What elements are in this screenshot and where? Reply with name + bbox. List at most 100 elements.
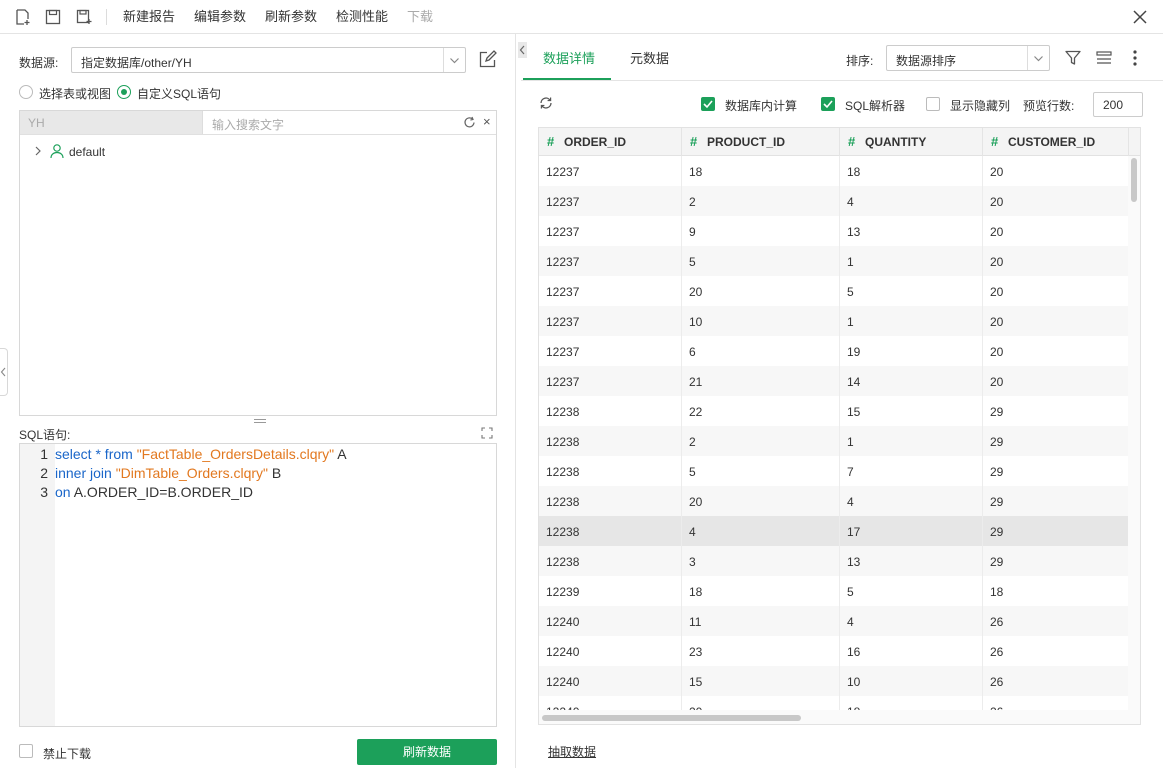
table-row[interactable]: 12237 2 4 20: [539, 186, 1129, 216]
column-header[interactable]: # ORDER_ID: [539, 128, 682, 156]
table-cell[interactable]: 12240: [539, 636, 682, 666]
table-cell[interactable]: 20: [682, 486, 840, 516]
table-cell[interactable]: 1: [840, 246, 983, 276]
radio-table-view[interactable]: [19, 85, 33, 99]
table-row[interactable]: 12237 9 13 20: [539, 216, 1129, 246]
edit-params-menu[interactable]: 编辑参数: [194, 9, 246, 25]
sql-editor[interactable]: 1 2 3 select * from "FactTable_OrdersDet…: [19, 443, 497, 727]
disable-download-label[interactable]: 禁止下载: [43, 745, 91, 762]
table-cell[interactable]: 7: [840, 456, 983, 486]
table-cell[interactable]: 23: [682, 636, 840, 666]
table-cell[interactable]: 12238: [539, 396, 682, 426]
close-icon[interactable]: [1131, 8, 1149, 26]
collapse-panel-button[interactable]: [518, 42, 527, 58]
table-row[interactable]: 12237 21 14 20: [539, 366, 1129, 396]
table-row[interactable]: 12238 22 15 29: [539, 396, 1129, 426]
filter-icon[interactable]: [1064, 49, 1082, 67]
table-cell[interactable]: 12237: [539, 246, 682, 276]
table-cell[interactable]: 11: [682, 606, 840, 636]
table-cell[interactable]: 4: [682, 516, 840, 546]
table-cell[interactable]: 2: [682, 426, 840, 456]
table-row[interactable]: 12237 5 1 20: [539, 246, 1129, 276]
list-view-icon[interactable]: [1095, 49, 1113, 67]
table-cell[interactable]: 29: [983, 486, 1129, 516]
table-cell[interactable]: 20: [983, 246, 1129, 276]
sql-parser-label[interactable]: SQL解析器: [845, 97, 905, 114]
table-cell[interactable]: 12238: [539, 456, 682, 486]
refresh-icon[interactable]: [463, 116, 476, 129]
column-header[interactable]: # QUANTITY: [840, 128, 983, 156]
table-cell[interactable]: 9: [682, 216, 840, 246]
table-cell[interactable]: 29: [983, 516, 1129, 546]
datasource-select[interactable]: 指定数据库/other/YH: [71, 47, 466, 73]
preview-rows-input[interactable]: 200: [1093, 92, 1143, 117]
table-cell[interactable]: 20: [983, 276, 1129, 306]
show-hidden-columns-label[interactable]: 显示隐藏列: [950, 97, 1010, 114]
table-cell[interactable]: 12240: [539, 606, 682, 636]
column-header[interactable]: # CUSTOMER_ID: [983, 128, 1129, 156]
table-cell[interactable]: 5: [840, 576, 983, 606]
table-cell[interactable]: 18: [682, 576, 840, 606]
table-cell[interactable]: 18: [840, 156, 983, 186]
sql-line[interactable]: on A.ORDER_ID=B.ORDER_ID: [55, 484, 253, 500]
table-cell[interactable]: 14: [840, 366, 983, 396]
table-cell[interactable]: 13: [840, 216, 983, 246]
horizontal-scroll-thumb[interactable]: [542, 715, 801, 721]
table-row[interactable]: 12237 20 5 20: [539, 276, 1129, 306]
table-cell[interactable]: 20: [983, 186, 1129, 216]
schema-select[interactable]: YH: [20, 111, 203, 134]
radio-custom-sql[interactable]: [117, 85, 131, 99]
table-cell[interactable]: 4: [840, 606, 983, 636]
table-cell[interactable]: 12238: [539, 546, 682, 576]
table-cell[interactable]: 12238: [539, 486, 682, 516]
table-cell[interactable]: 26: [983, 606, 1129, 636]
disable-download-checkbox[interactable]: [19, 744, 33, 758]
table-cell[interactable]: 12237: [539, 276, 682, 306]
column-header[interactable]: # PRODUCT_ID: [682, 128, 840, 156]
show-hidden-columns-checkbox[interactable]: [926, 97, 940, 111]
table-cell[interactable]: 20: [983, 216, 1129, 246]
table-cell[interactable]: 12238: [539, 516, 682, 546]
tab-data-details[interactable]: 数据详情: [543, 51, 595, 67]
download-menu[interactable]: 下载: [407, 9, 433, 25]
table-cell[interactable]: 29: [983, 456, 1129, 486]
table-row[interactable]: 12239 18 5 18: [539, 576, 1129, 606]
table-row[interactable]: 12240 11 4 26: [539, 606, 1129, 636]
chevron-right-icon[interactable]: [32, 145, 44, 157]
sort-select[interactable]: 数据源排序: [886, 45, 1050, 71]
table-cell[interactable]: 10: [682, 306, 840, 336]
table-cell[interactable]: 12237: [539, 186, 682, 216]
table-cell[interactable]: 6: [682, 336, 840, 366]
table-cell[interactable]: 16: [840, 636, 983, 666]
panel-divider[interactable]: [515, 34, 516, 768]
table-cell[interactable]: 15: [840, 396, 983, 426]
table-cell[interactable]: 5: [682, 246, 840, 276]
table-cell[interactable]: 2: [682, 186, 840, 216]
refresh-data-button[interactable]: 刷新数据: [357, 739, 497, 765]
table-cell[interactable]: 20: [983, 336, 1129, 366]
vertical-scrollbar[interactable]: [1128, 156, 1140, 710]
table-cell[interactable]: 20: [983, 366, 1129, 396]
table-cell[interactable]: 29: [983, 426, 1129, 456]
refresh-params-menu[interactable]: 刷新参数: [265, 9, 317, 25]
table-row[interactable]: 12238 3 13 29: [539, 546, 1129, 576]
table-cell[interactable]: 12237: [539, 306, 682, 336]
table-row[interactable]: 12237 6 19 20: [539, 336, 1129, 366]
table-cell[interactable]: 26: [983, 636, 1129, 666]
table-cell[interactable]: 1: [840, 306, 983, 336]
radio-custom-sql-label[interactable]: 自定义SQL语句: [137, 85, 221, 102]
table-cell[interactable]: 20: [682, 276, 840, 306]
table-cell[interactable]: 5: [682, 456, 840, 486]
table-cell[interactable]: 1: [840, 426, 983, 456]
table-row[interactable]: 12238 20 4 29: [539, 486, 1129, 516]
side-collapse-handle[interactable]: [0, 348, 8, 396]
table-row[interactable]: 12238 2 1 29: [539, 426, 1129, 456]
table-row[interactable]: 12240 15 10 26: [539, 666, 1129, 696]
in-db-compute-label[interactable]: 数据库内计算: [725, 97, 797, 114]
sql-parser-checkbox[interactable]: [821, 97, 835, 111]
clear-icon[interactable]: ×: [483, 115, 495, 129]
sort-dropdown[interactable]: [1027, 46, 1049, 70]
table-cell[interactable]: 13: [840, 546, 983, 576]
table-cell[interactable]: 17: [840, 516, 983, 546]
sql-line[interactable]: inner join "DimTable_Orders.clqry" B: [55, 465, 281, 481]
